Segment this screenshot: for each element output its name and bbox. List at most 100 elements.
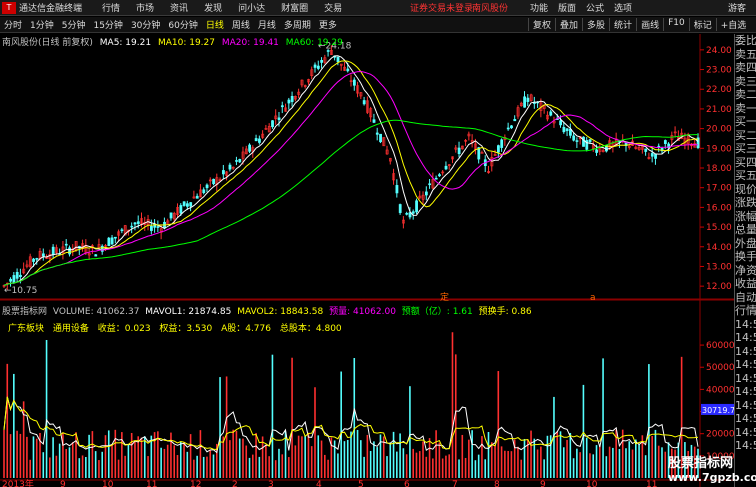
candle-body bbox=[136, 221, 140, 224]
menu-formula[interactable]: 公式 bbox=[586, 1, 604, 14]
candle-body bbox=[650, 153, 654, 157]
mavol1-label: MAVOL1: 21874.85 bbox=[145, 307, 232, 317]
candle-body bbox=[572, 135, 576, 141]
app-logo-icon: T bbox=[2, 1, 16, 14]
candle-body bbox=[133, 222, 137, 225]
candle-body bbox=[424, 191, 428, 196]
month-label: 6 bbox=[404, 480, 410, 487]
kline-chart[interactable]: 24.00 23.00 22.00 21.00 20.00 19.00 18.00 17.00… bbox=[0, 34, 734, 487]
candle-body bbox=[120, 229, 124, 232]
watermark-title: 股票指标网 bbox=[668, 456, 734, 471]
month-label: 7 bbox=[452, 480, 458, 487]
candle-body bbox=[271, 120, 274, 128]
tool-overlay-button[interactable]: 叠加 bbox=[555, 18, 582, 31]
price-tick-label: 13.00 bbox=[706, 262, 732, 272]
side-panel-item: 买三 bbox=[735, 142, 756, 155]
price-tick-label: 21.00 bbox=[706, 105, 732, 115]
volume-info: 股票指标网 VOLUME: 41062.37 MAVOL1: 21874.85 … bbox=[2, 304, 532, 317]
tool-adjust-button[interactable]: 复权 bbox=[528, 18, 555, 31]
side-panel-item: 净资 bbox=[735, 263, 756, 277]
menu-news[interactable]: 资讯 bbox=[170, 1, 188, 14]
period-tab-1m[interactable]: 1分钟 bbox=[30, 18, 54, 31]
candle-body bbox=[526, 97, 530, 102]
pre-amount-label: 预额（亿）: 1.61 bbox=[401, 307, 473, 317]
candle-body bbox=[644, 148, 648, 152]
menu-discover[interactable]: 发现 bbox=[204, 1, 222, 14]
candle-body bbox=[12, 275, 16, 283]
period-tab-5m[interactable]: 5分钟 bbox=[62, 18, 86, 31]
menu-quotes[interactable]: 行情 bbox=[102, 1, 120, 14]
event-marker: a bbox=[590, 293, 596, 303]
candle-body bbox=[428, 183, 432, 186]
period-tab-30m[interactable]: 30分钟 bbox=[131, 18, 160, 31]
month-label: 9 bbox=[60, 480, 66, 487]
period-tab-multi[interactable]: 多周期 bbox=[284, 18, 311, 31]
candle-body bbox=[523, 96, 527, 108]
candle-body bbox=[565, 128, 569, 132]
candle-body bbox=[114, 236, 117, 239]
price-tick-label: 14.00 bbox=[706, 243, 732, 253]
candle-body bbox=[562, 126, 566, 133]
price-tick-label: 17.00 bbox=[706, 184, 732, 194]
candle-body bbox=[235, 160, 238, 162]
candle-body bbox=[277, 117, 281, 121]
low-price-label: ←10.75 bbox=[4, 286, 37, 296]
candle-body bbox=[575, 140, 579, 142]
candle-body bbox=[497, 145, 500, 153]
candle-body bbox=[19, 274, 22, 278]
eps-label: 收益：0.023 bbox=[97, 324, 151, 334]
guest-label[interactable]: 游客 bbox=[728, 1, 746, 14]
side-panel-item: 外盘 bbox=[735, 236, 756, 250]
price-tick-label: 16.00 bbox=[706, 203, 732, 213]
tool-stats-button[interactable]: 统计 bbox=[609, 18, 636, 31]
candle-body bbox=[362, 100, 366, 105]
menu-layout[interactable]: 版面 bbox=[558, 1, 576, 14]
menu-ask[interactable]: 问小达 bbox=[238, 1, 265, 14]
candle-body bbox=[434, 177, 438, 180]
login-notice[interactable]: 证券交易未登录 bbox=[410, 1, 473, 14]
candle-body bbox=[346, 68, 350, 72]
candle-body bbox=[94, 254, 98, 257]
ma5-label: MA5: 19.21 bbox=[99, 38, 152, 48]
period-tab-monthly[interactable]: 月线 bbox=[258, 18, 276, 31]
volume-chart-title: 股票指标网 bbox=[2, 307, 48, 317]
candle-body bbox=[480, 152, 484, 154]
side-panel-item: 涨跌 bbox=[735, 196, 756, 209]
side-panel-item: 买五 bbox=[735, 169, 756, 182]
tool-draw-button[interactable]: 画线 bbox=[636, 18, 663, 31]
side-panel-item: 14:5 bbox=[735, 412, 756, 425]
menu-function[interactable]: 功能 bbox=[530, 1, 548, 14]
month-label: 8 bbox=[494, 480, 500, 487]
period-tab-tick[interactable]: 分时 bbox=[4, 18, 22, 31]
price-tick-label: 20.00 bbox=[706, 125, 732, 135]
period-tab-15m[interactable]: 15分钟 bbox=[93, 18, 122, 31]
menu-bar: T 通达信金融终端 行情 市场 资讯 发现 问小达 财富圈 交易 证券交易未登录… bbox=[0, 0, 756, 16]
tool-f10-button[interactable]: F10 bbox=[663, 18, 689, 31]
period-tab-60m[interactable]: 60分钟 bbox=[168, 18, 197, 31]
tool-add-watchlist-button[interactable]: +自选 bbox=[715, 18, 751, 31]
side-panel-item: 现价 bbox=[735, 182, 756, 196]
month-label: 9 bbox=[540, 480, 546, 487]
candle-body bbox=[559, 120, 563, 126]
period-tab-daily[interactable]: 日线 bbox=[206, 18, 224, 31]
tool-multi-stock-button[interactable]: 多股 bbox=[582, 18, 609, 31]
candle-body bbox=[395, 185, 399, 194]
industry-label: 通用设备 bbox=[52, 324, 89, 334]
side-panel-item: 14:5 bbox=[735, 398, 756, 412]
menu-trade[interactable]: 交易 bbox=[324, 1, 342, 14]
menu-market[interactable]: 市场 bbox=[136, 1, 154, 14]
period-tab-weekly[interactable]: 周线 bbox=[232, 18, 250, 31]
candle-body bbox=[444, 165, 448, 170]
menu-options[interactable]: 选项 bbox=[614, 1, 632, 14]
candle-body bbox=[500, 139, 504, 148]
side-panel-item: 买二 bbox=[735, 128, 756, 142]
tool-mark-button[interactable]: 标记 bbox=[688, 18, 716, 31]
month-label: 2 bbox=[232, 480, 238, 487]
candle-body bbox=[222, 170, 225, 175]
menu-wealth[interactable]: 财富圈 bbox=[281, 1, 308, 14]
candle-body bbox=[51, 246, 55, 255]
period-tab-more[interactable]: 更多 bbox=[319, 18, 337, 31]
candle-body bbox=[189, 202, 193, 207]
vol-tick-label: 50000 bbox=[706, 363, 734, 373]
candle-body bbox=[595, 149, 599, 153]
